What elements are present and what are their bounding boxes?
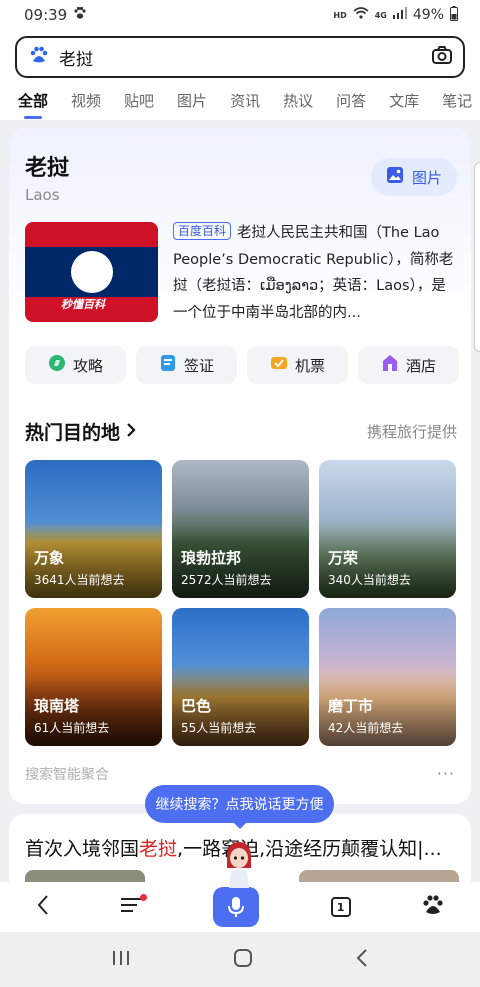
destination-card[interactable]: 磨丁市 42人当前想去 [319, 608, 456, 746]
aggregation-label: 搜索智能聚合 [25, 767, 109, 783]
notification-dot [140, 894, 148, 901]
system-nav [0, 932, 480, 987]
destination-count: 55人当前想去 [181, 721, 257, 735]
entity-card: 老挝 Laos 图片 秒懂百科 百度百科 老挝人民民主共和国（The Lao Pe… [9, 128, 471, 804]
camera-icon[interactable] [431, 45, 453, 69]
destinations-header: 热门目的地 携程旅行提供 [25, 418, 457, 445]
destination-name: 琅勃拉邦 [181, 549, 242, 567]
destination-count: 61人当前想去 [34, 721, 110, 735]
destination-count: 42人当前想去 [328, 721, 404, 735]
tab-library[interactable]: 文库 [389, 90, 419, 119]
baike-badge: 百度百科 [173, 222, 232, 240]
images-button-label: 图片 [411, 168, 442, 187]
destinations-source: 携程旅行提供 [366, 423, 457, 441]
back-icon[interactable] [36, 894, 50, 920]
assistant-avatar-icon[interactable] [221, 838, 257, 888]
chip-guide[interactable]: 攻略 [25, 346, 126, 384]
chip-visa[interactable]: 签证 [136, 346, 237, 384]
chip-hotel[interactable]: 酒店 [358, 346, 459, 384]
tab-discussion[interactable]: 热议 [283, 90, 313, 119]
search-box[interactable]: 老挝 [15, 36, 465, 78]
system-back-icon[interactable] [356, 948, 368, 971]
search-input[interactable]: 老挝 [59, 45, 431, 70]
destination-name: 琅南塔 [34, 697, 80, 715]
network-type: 4G [374, 10, 387, 20]
hotel-icon [381, 354, 399, 376]
status-bar: 09:39 HD 4G 49% [0, 0, 480, 30]
destination-name: 巴色 [181, 697, 212, 715]
destination-count: 3641人当前想去 [34, 573, 125, 587]
destination-card[interactable]: 巴色 55人当前想去 [172, 608, 309, 746]
destination-card[interactable]: 万荣 340人当前想去 [319, 460, 456, 598]
tab-images[interactable]: 图片 [177, 90, 207, 119]
tab-video[interactable]: 视频 [71, 90, 101, 119]
entity-subtitle: Laos [25, 186, 60, 204]
search-tabs: 全部 视频 贴吧 图片 资讯 热议 问答 文库 笔记 [0, 86, 480, 120]
tab-news[interactable]: 资讯 [230, 90, 260, 119]
destination-name: 万象 [34, 549, 65, 567]
quick-chips: 攻略 签证 机票 酒店 [25, 346, 459, 384]
ticket-icon [270, 354, 288, 376]
baidu-paw-icon [73, 6, 87, 24]
wifi-icon [353, 7, 369, 23]
destination-count: 340人当前想去 [328, 573, 411, 587]
tab-notes[interactable]: 笔记 [442, 90, 472, 119]
destination-name: 磨丁市 [328, 697, 374, 715]
guide-icon [48, 354, 66, 376]
visa-icon [159, 354, 177, 376]
hd-indicator: HD [333, 10, 347, 20]
image-icon [386, 166, 404, 188]
destination-card[interactable]: 琅南塔 61人当前想去 [25, 608, 162, 746]
chip-flight-label: 机票 [294, 356, 325, 375]
destinations-grid: 万象 3641人当前想去 琅勃拉邦 2572人当前想去 万荣 340人当前想去 … [25, 460, 456, 746]
battery-percent: 49% [412, 7, 444, 23]
microphone-icon [227, 897, 244, 917]
more-options-button[interactable]: ··· [437, 764, 455, 783]
signal-icon [392, 7, 407, 23]
destination-name: 万荣 [328, 549, 359, 567]
tabs-count-button[interactable]: 1 [330, 897, 351, 917]
battery-icon [450, 5, 458, 25]
baidu-paw-icon[interactable] [422, 894, 444, 920]
chip-hotel-label: 酒店 [405, 356, 436, 375]
tab-all[interactable]: 全部 [18, 90, 48, 119]
search-bar-container: 老挝 [0, 30, 480, 86]
menu-icon[interactable] [121, 894, 148, 917]
chip-guide-label: 攻略 [72, 356, 103, 375]
tabs-count: 1 [336, 900, 345, 914]
tab-qa[interactable]: 问答 [336, 90, 366, 119]
flag-watermark: 秒懂百科 [61, 298, 105, 311]
images-button[interactable]: 图片 [371, 158, 457, 196]
recent-apps-icon[interactable] [112, 950, 130, 970]
chevron-right-icon[interactable] [126, 422, 136, 442]
laos-flag-image[interactable]: 秒懂百科 [25, 222, 158, 322]
destination-count: 2572人当前想去 [181, 573, 272, 587]
destinations-title[interactable]: 热门目的地 [25, 418, 120, 445]
chip-flight[interactable]: 机票 [247, 346, 348, 384]
tab-tieba[interactable]: 贴吧 [124, 90, 154, 119]
home-icon[interactable] [233, 948, 253, 972]
side-scroll-handle[interactable] [474, 162, 480, 352]
entity-abstract[interactable]: 百度百科 老挝人民民主共和国（The Lao People’s Democrati… [173, 220, 459, 326]
baidu-logo-icon [29, 45, 49, 69]
status-time: 09:39 [24, 6, 68, 24]
destination-card[interactable]: 琅勃拉邦 2572人当前想去 [172, 460, 309, 598]
voice-tooltip[interactable]: 继续搜索？点我说话更方便 [145, 785, 334, 829]
chip-visa-label: 签证 [183, 356, 214, 375]
bottom-nav: 1 [0, 882, 480, 932]
entity-title[interactable]: 老挝 [25, 150, 69, 182]
destination-card[interactable]: 万象 3641人当前想去 [25, 460, 162, 598]
voice-search-button[interactable] [212, 887, 259, 927]
